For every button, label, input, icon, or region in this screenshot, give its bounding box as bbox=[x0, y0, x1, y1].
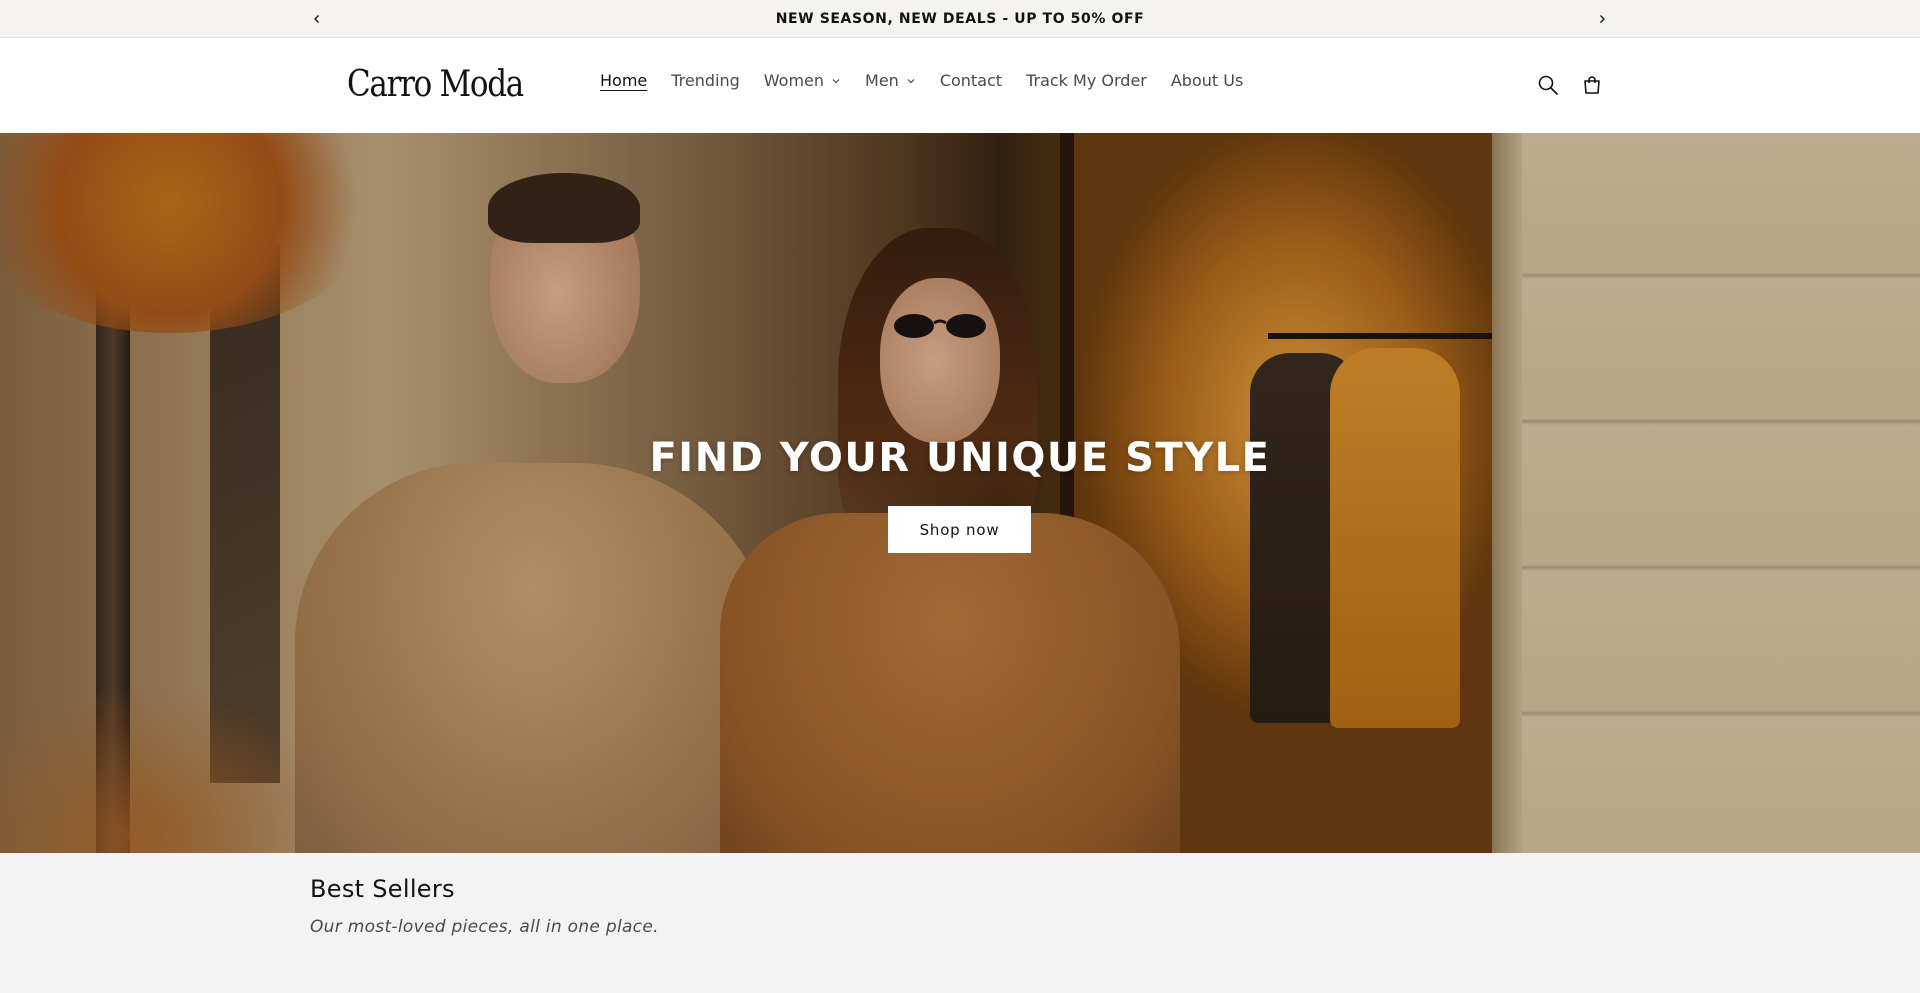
chevron-right-icon bbox=[1600, 15, 1605, 23]
nav-item-label: Contact bbox=[939, 71, 1003, 90]
announcement-next-button[interactable] bbox=[1591, 8, 1613, 30]
announcement-bar: NEW SEASON, NEW DEALS - UP TO 50% OFF bbox=[0, 0, 1920, 38]
nav-item-women[interactable]: Women bbox=[752, 71, 853, 90]
section-subtitle: Our most-loved pieces, all in one place. bbox=[310, 917, 659, 937]
nav-item-trending[interactable]: Trending bbox=[659, 71, 752, 90]
nav-item-label: Men bbox=[865, 71, 899, 90]
chevron-down-icon bbox=[832, 78, 840, 83]
cart-icon[interactable] bbox=[1580, 73, 1604, 97]
nav-item-men[interactable]: Men bbox=[853, 71, 928, 90]
nav-item-label: About Us bbox=[1170, 71, 1244, 90]
nav-item-label: Home bbox=[600, 71, 648, 90]
nav-item-contact[interactable]: Contact bbox=[928, 71, 1014, 90]
site-logo[interactable]: Carro Moda bbox=[347, 64, 524, 105]
best-sellers-section: Best Sellers Our most-loved pieces, all … bbox=[0, 853, 1920, 993]
nav-item-label: Women bbox=[763, 71, 825, 90]
nav-item-home[interactable]: Home bbox=[588, 71, 659, 90]
nav-item-track-my-order[interactable]: Track My Order bbox=[1014, 71, 1159, 90]
nav-item-label: Track My Order bbox=[1026, 71, 1147, 90]
chevron-down-icon bbox=[907, 78, 915, 83]
hero-banner: FIND YOUR UNIQUE STYLE Shop now bbox=[0, 133, 1920, 853]
hero-title: FIND YOUR UNIQUE STYLE bbox=[649, 435, 1271, 481]
nav-item-label: Trending bbox=[671, 71, 740, 90]
main-nav: Home Trending Women Men Contact Track My… bbox=[588, 71, 1255, 90]
shop-now-button[interactable]: Shop now bbox=[888, 506, 1031, 553]
announcement-text: NEW SEASON, NEW DEALS - UP TO 50% OFF bbox=[775, 11, 1145, 27]
nav-item-about-us[interactable]: About Us bbox=[1159, 71, 1255, 90]
search-icon[interactable] bbox=[1536, 73, 1560, 97]
site-header: Carro Moda Home Trending Women Men Conta… bbox=[0, 38, 1920, 133]
section-title: Best Sellers bbox=[310, 875, 455, 903]
